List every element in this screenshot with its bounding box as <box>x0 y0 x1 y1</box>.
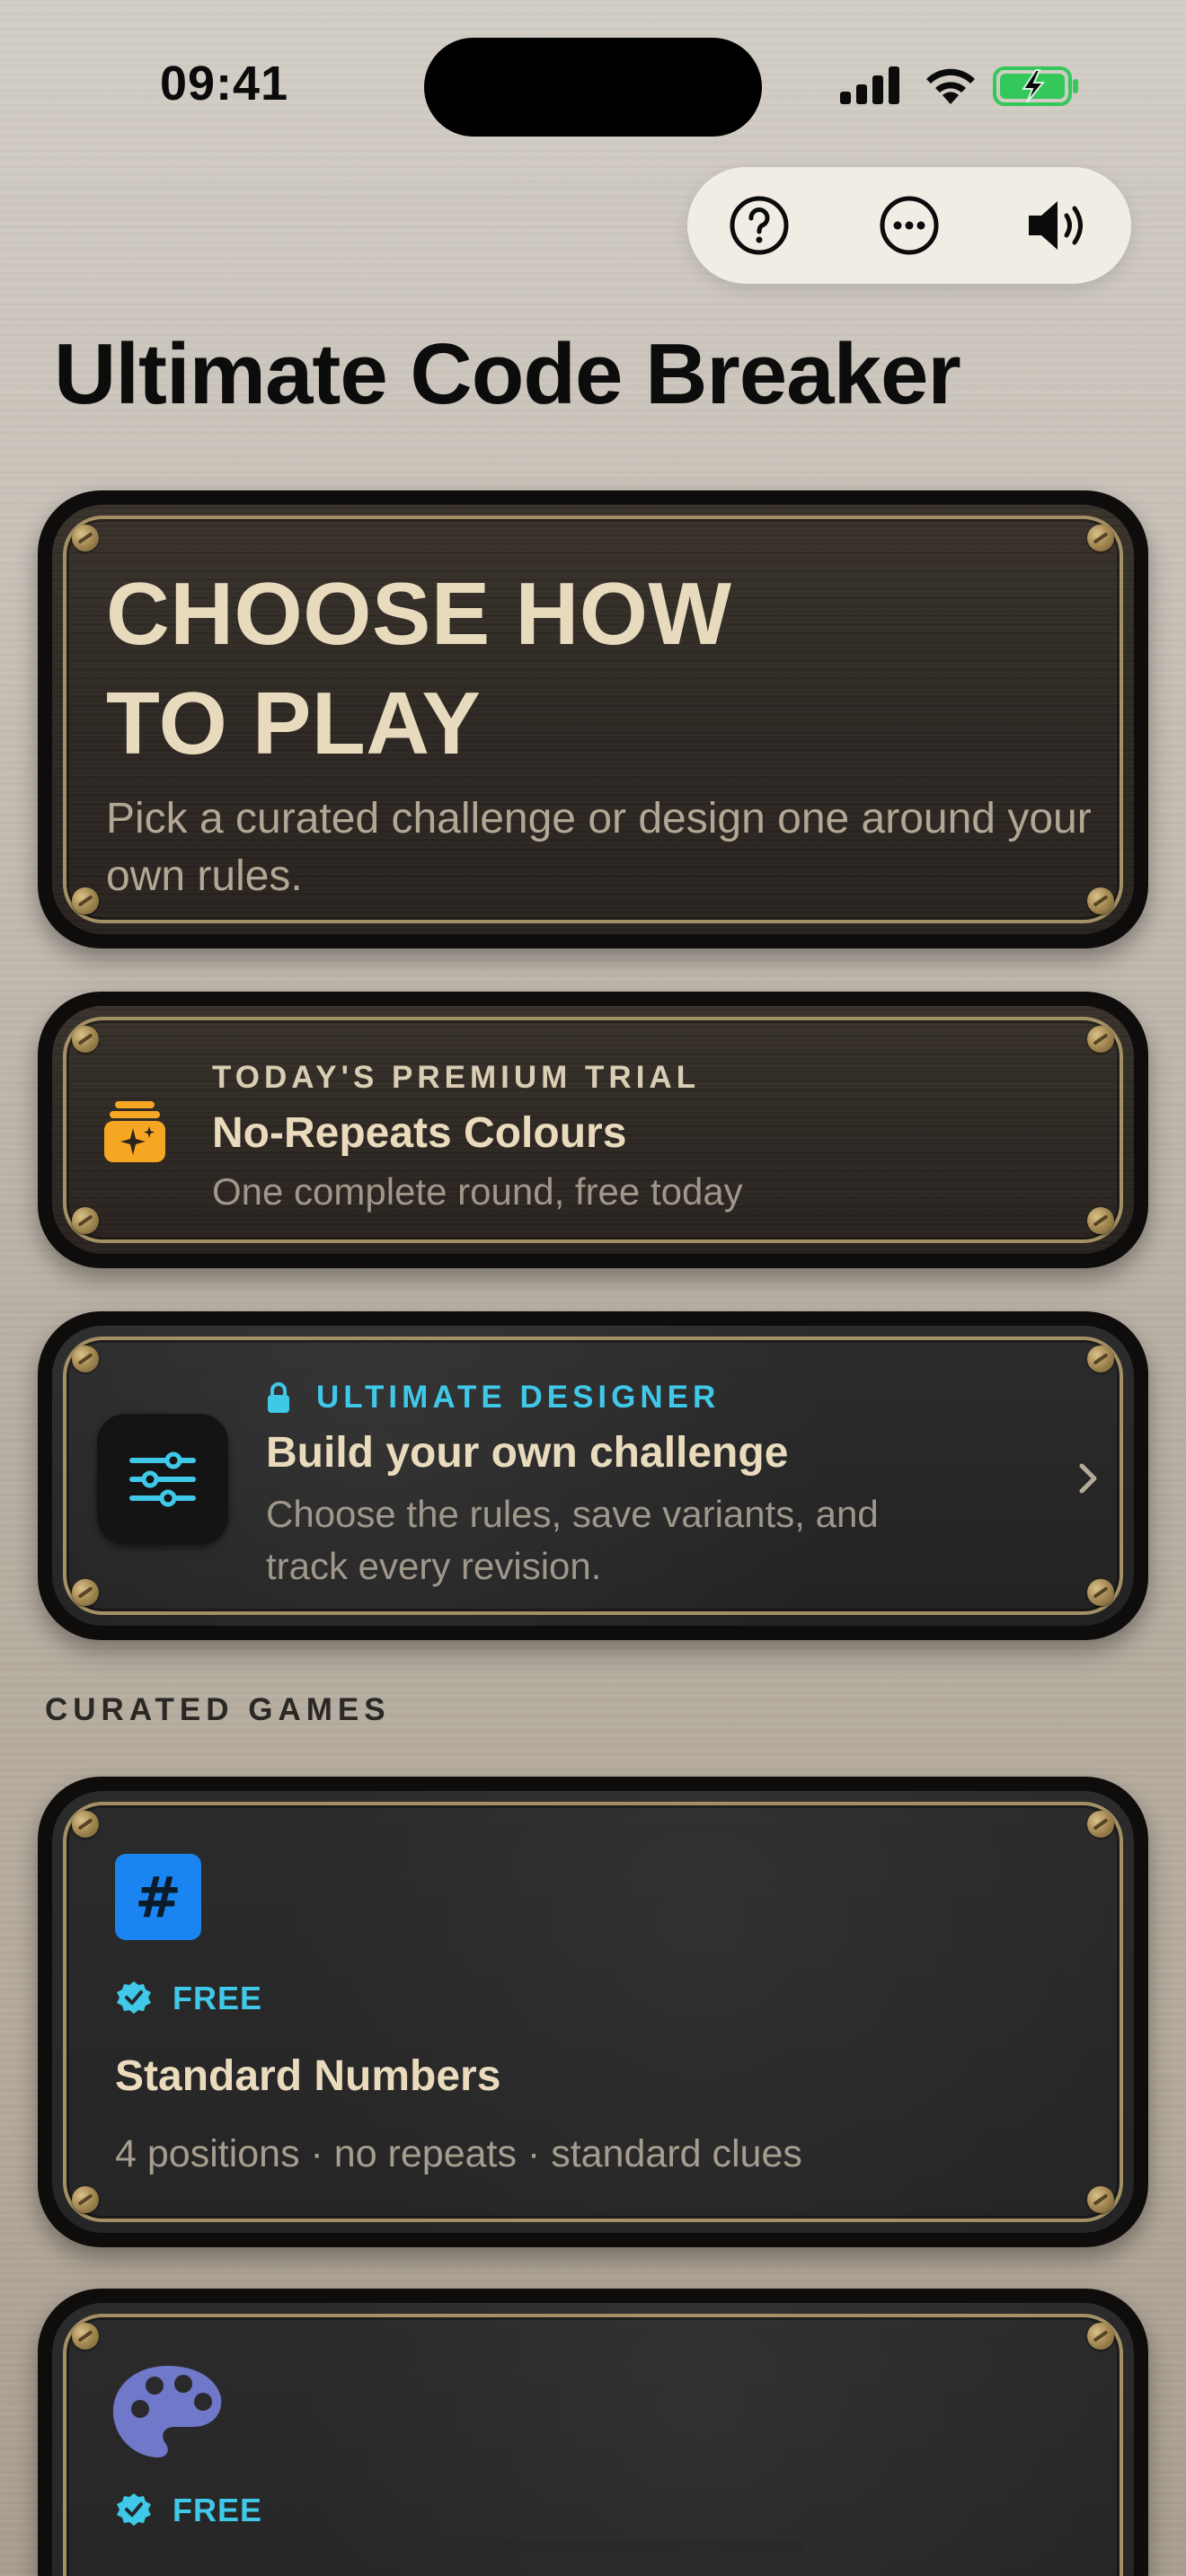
hero-title-line1: CHOOSE HOW <box>106 564 732 663</box>
designer-description-line2: track every revision. <box>266 1545 602 1587</box>
hero-title: CHOOSE HOW TO PLAY <box>106 559 731 778</box>
screw-icon <box>1087 1345 1114 1372</box>
wifi-icon <box>926 68 975 104</box>
screw-icon <box>1087 1207 1114 1234</box>
status-icons <box>840 65 1083 110</box>
ellipsis-circle-icon <box>880 196 939 255</box>
more-button[interactable] <box>873 190 945 261</box>
section-header-curated: CURATED GAMES <box>45 1692 391 1727</box>
screw-icon <box>1087 2186 1114 2213</box>
hash-icon: # <box>115 1854 201 1940</box>
free-badge: FREE <box>115 1980 262 2017</box>
screw-icon <box>1087 1811 1114 1838</box>
screw-icon <box>72 1579 99 1606</box>
badge-label: FREE <box>173 1980 263 2016</box>
game-card-colours[interactable]: FREE <box>38 2289 1148 2576</box>
chevron-right-icon <box>1079 1463 1097 1494</box>
screw-icon <box>72 887 99 914</box>
designer-eyebrow: ULTIMATE DESIGNER <box>316 1380 721 1415</box>
screw-icon <box>72 2323 99 2350</box>
trial-eyebrow: TODAY'S PREMIUM TRIAL <box>212 1060 701 1095</box>
home-indicator[interactable] <box>381 2540 805 2553</box>
screw-icon <box>1087 2323 1114 2350</box>
sparkle-stack-icon <box>104 1101 165 1162</box>
designer-description: Choose the rules, save variants, and tra… <box>266 1488 879 1592</box>
help-button[interactable] <box>723 190 795 261</box>
trial-heading: No-Repeats Colours <box>212 1109 627 1157</box>
game-title: Standard Numbers <box>115 2052 501 2100</box>
hero-subtitle: Pick a curated challenge or design one a… <box>106 795 1092 900</box>
trial-description: One complete round, free today <box>212 1170 743 1213</box>
question-circle-icon <box>730 196 789 255</box>
screw-icon <box>72 2186 99 2213</box>
game-card-standard-numbers[interactable]: # FREE Standard Numbers 4 positions · no… <box>38 1777 1148 2247</box>
cellular-signal-icon <box>840 65 903 104</box>
badge-label: FREE <box>173 2492 263 2528</box>
designer-card[interactable]: ULTIMATE DESIGNER Build your own challen… <box>38 1311 1148 1640</box>
page-title: Ultimate Code Breaker <box>54 326 961 422</box>
screw-icon <box>1087 1579 1114 1606</box>
screw-icon <box>72 1207 99 1234</box>
status-time: 09:41 <box>160 57 289 110</box>
sliders-icon <box>129 1451 196 1507</box>
verified-badge-icon <box>117 2493 151 2526</box>
dynamic-island <box>424 38 762 137</box>
designer-heading: Build your own challenge <box>266 1429 789 1477</box>
speaker-wave-icon <box>1029 201 1083 250</box>
lock-icon <box>268 1382 289 1413</box>
free-badge: FREE <box>115 2492 262 2529</box>
designer-icon-tile <box>97 1414 228 1545</box>
game-description: 4 positions · no repeats · standard clue… <box>115 2132 802 2175</box>
screw-icon <box>72 525 99 551</box>
status-bar: 09:41 <box>0 0 1186 171</box>
hero-card: CHOOSE HOW TO PLAY Pick a curated challe… <box>38 490 1148 948</box>
screw-icon <box>72 1345 99 1372</box>
hero-title-line2: TO PLAY <box>106 674 482 772</box>
screw-icon <box>1087 1026 1114 1053</box>
palette-icon <box>112 2366 222 2458</box>
screw-icon <box>1087 525 1114 551</box>
verified-badge-icon <box>117 1981 151 2014</box>
designer-description-line1: Choose the rules, save variants, and <box>266 1493 879 1535</box>
screw-icon <box>72 1811 99 1838</box>
sound-button[interactable] <box>1023 190 1095 261</box>
top-controls-pill <box>687 167 1131 284</box>
screw-icon <box>72 1026 99 1053</box>
battery-charging-icon <box>993 66 1078 106</box>
premium-trial-card[interactable]: TODAY'S PREMIUM TRIAL No-Repeats Colours… <box>38 992 1148 1268</box>
